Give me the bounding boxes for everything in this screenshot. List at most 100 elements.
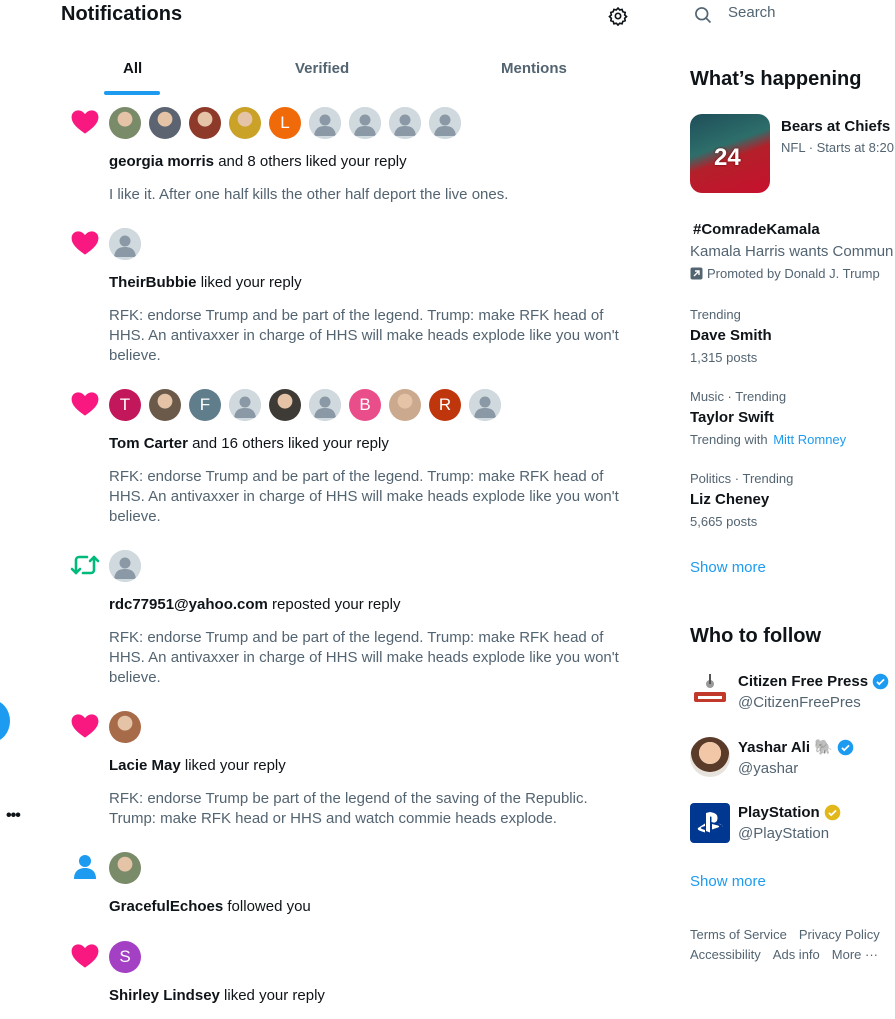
notification-body[interactable]: RFK: endorse Trump and be part of the le… bbox=[109, 467, 629, 527]
tab-verified[interactable]: Verified bbox=[295, 60, 349, 77]
avatar[interactable] bbox=[109, 107, 141, 139]
avatar[interactable] bbox=[469, 389, 501, 421]
avatar[interactable] bbox=[109, 550, 141, 582]
avatar-row bbox=[109, 228, 141, 260]
avatar[interactable] bbox=[389, 107, 421, 139]
actor-name[interactable]: GracefulEchoes bbox=[109, 898, 223, 915]
actor-name[interactable]: georgia morris bbox=[109, 153, 214, 170]
avatar[interactable] bbox=[149, 389, 181, 421]
trend-name[interactable]: Dave Smith bbox=[690, 327, 772, 344]
avatar[interactable] bbox=[690, 737, 730, 777]
follow-show-more-link[interactable]: Show more bbox=[690, 873, 766, 890]
right-sidebar: What’s happening 24 Bears at Chiefs NFL … bbox=[690, 0, 895, 1019]
notification-title: Shirley Lindsey liked your reply bbox=[109, 987, 325, 1004]
notification-body[interactable]: RFK: endorse Trump and be part of the le… bbox=[109, 306, 629, 366]
heart-icon bbox=[71, 714, 99, 738]
trend-sub-text: 5,665 posts bbox=[690, 514, 758, 529]
footer-link[interactable]: More ··· bbox=[832, 947, 878, 962]
trend-name[interactable]: Taylor Swift bbox=[690, 409, 774, 426]
sport-event-image[interactable]: 24 bbox=[690, 114, 770, 193]
post-fab-button[interactable] bbox=[0, 700, 10, 742]
actor-name[interactable]: Shirley Lindsey bbox=[109, 987, 220, 1004]
avatar[interactable] bbox=[690, 803, 730, 843]
sport-event-title[interactable]: Bears at Chiefs bbox=[781, 118, 890, 135]
like-indicator bbox=[70, 711, 100, 741]
notification-body[interactable]: I like it. After one half kills the othe… bbox=[109, 185, 629, 205]
avatar[interactable] bbox=[389, 389, 421, 421]
more-options-icon[interactable]: ••• bbox=[6, 807, 21, 825]
playstation-logo-icon bbox=[697, 812, 723, 833]
like-indicator bbox=[70, 107, 100, 137]
like-indicator bbox=[70, 228, 100, 258]
avatar[interactable]: B bbox=[349, 389, 381, 421]
person-icon bbox=[74, 855, 96, 879]
like-indicator bbox=[70, 941, 100, 971]
notifications-column: Notifications All Verified Mentions Lgeo… bbox=[56, 0, 640, 1019]
avatar[interactable] bbox=[309, 107, 341, 139]
trend-name[interactable]: Liz Cheney bbox=[690, 491, 769, 508]
promoted-icon bbox=[690, 267, 703, 280]
avatar[interactable]: S bbox=[109, 941, 141, 973]
avatar[interactable] bbox=[189, 107, 221, 139]
heart-icon bbox=[71, 944, 99, 968]
follow-account-name[interactable]: Citizen Free Press bbox=[738, 673, 889, 690]
trend-sub: 5,665 posts bbox=[690, 514, 757, 529]
actor-name[interactable]: TheirBubbie bbox=[109, 274, 197, 291]
footer-link[interactable]: Privacy Policy bbox=[799, 927, 880, 942]
actor-name[interactable]: Tom Carter bbox=[109, 435, 188, 452]
tab-all[interactable]: All bbox=[123, 60, 142, 77]
notification-body[interactable]: RFK: endorse Trump and be part of the le… bbox=[109, 628, 629, 688]
avatar[interactable]: T bbox=[109, 389, 141, 421]
notification-action: and 16 others liked your reply bbox=[192, 435, 389, 452]
footer-link[interactable]: Ads info bbox=[773, 947, 820, 962]
notification-title: TheirBubbie liked your reply bbox=[109, 274, 302, 291]
follow-account-name[interactable]: Yashar Ali 🐘 bbox=[738, 738, 854, 756]
who-to-follow-title: Who to follow bbox=[690, 625, 822, 647]
settings-button[interactable] bbox=[606, 4, 630, 28]
notification-tabs: All Verified Mentions bbox=[56, 54, 640, 95]
heart-icon bbox=[71, 392, 99, 416]
avatar[interactable] bbox=[109, 228, 141, 260]
tab-mentions[interactable]: Mentions bbox=[501, 60, 567, 77]
search-input[interactable] bbox=[728, 4, 895, 21]
trend-meta: Politics · Trending bbox=[690, 471, 794, 486]
repost-icon bbox=[70, 555, 100, 575]
trend-sub: Trending with Mitt Romney bbox=[690, 432, 846, 447]
trends-show-more-link[interactable]: Show more bbox=[690, 559, 766, 576]
promoted-label: Promoted by Donald J. Trump bbox=[690, 266, 880, 281]
avatar[interactable] bbox=[229, 389, 261, 421]
promoted-trend-name[interactable]: #ComradeKamala bbox=[693, 221, 820, 238]
avatar[interactable] bbox=[109, 711, 141, 743]
avatar[interactable] bbox=[109, 852, 141, 884]
actor-name[interactable]: rdc77951@yahoo.com bbox=[109, 596, 268, 613]
avatar[interactable]: L bbox=[269, 107, 301, 139]
avatar-row: L bbox=[109, 107, 461, 139]
avatar[interactable] bbox=[690, 672, 730, 712]
avatar[interactable] bbox=[429, 107, 461, 139]
follow-indicator bbox=[70, 852, 100, 882]
avatar[interactable] bbox=[229, 107, 261, 139]
repost-indicator bbox=[70, 550, 100, 580]
actor-name[interactable]: Lacie May bbox=[109, 757, 181, 774]
avatar[interactable] bbox=[269, 389, 301, 421]
follow-account-name[interactable]: PlayStation bbox=[738, 804, 841, 821]
footer-link[interactable]: Terms of Service bbox=[690, 927, 787, 942]
heart-icon bbox=[71, 231, 99, 255]
notification-title: GracefulEchoes followed you bbox=[109, 898, 311, 915]
notification-title: rdc77951@yahoo.com reposted your reply bbox=[109, 596, 400, 613]
whats-happening-title: What’s happening bbox=[690, 68, 862, 90]
verified-badge-icon bbox=[837, 739, 854, 755]
avatar[interactable] bbox=[349, 107, 381, 139]
footer-link[interactable]: Accessibility bbox=[690, 947, 761, 962]
trend-related-link[interactable]: Mitt Romney bbox=[773, 432, 846, 447]
trend-sub-text: Trending with bbox=[690, 432, 768, 447]
notification-title: georgia morris and 8 others liked your r… bbox=[109, 153, 407, 170]
trend-meta: Trending bbox=[690, 307, 741, 322]
avatar[interactable]: F bbox=[189, 389, 221, 421]
notification-action: liked your reply bbox=[200, 274, 302, 291]
follow-account-handle: @yashar bbox=[738, 760, 799, 777]
avatar[interactable]: R bbox=[429, 389, 461, 421]
avatar[interactable] bbox=[309, 389, 341, 421]
avatar[interactable] bbox=[149, 107, 181, 139]
notification-body[interactable]: RFK: endorse Trump be part of the legend… bbox=[109, 789, 629, 829]
